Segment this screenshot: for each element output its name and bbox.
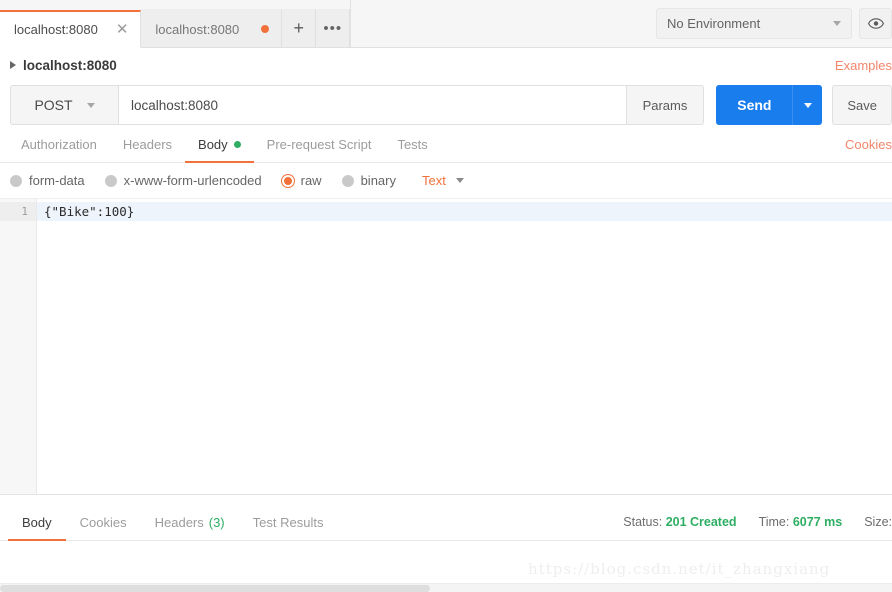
breadcrumb-label: localhost:8080: [23, 57, 117, 73]
horizontal-scrollbar-thumb[interactable]: [0, 585, 430, 592]
response-tab-cookies-label: Cookies: [79, 514, 127, 530]
body-type-urlencoded[interactable]: x-www-form-urlencoded: [104, 173, 274, 188]
body-format-value: Text: [422, 173, 446, 188]
editor-line: {"Bike":100}: [37, 202, 892, 221]
send-button-group: Send: [716, 85, 823, 125]
response-tab-headers-label: Headers: [154, 514, 204, 530]
environment-select-value: No Environment: [667, 16, 761, 31]
line-number: 1: [0, 202, 36, 221]
radio-icon: [341, 174, 354, 187]
body-type-form-data-label: form-data: [29, 173, 85, 188]
cookies-link[interactable]: Cookies: [845, 137, 892, 152]
tab-headers[interactable]: Headers: [110, 128, 185, 163]
tab-body-label: Body: [198, 137, 228, 152]
watermark: https://blog.csdn.net/it_zhangxiang: [528, 560, 831, 578]
http-method-select[interactable]: POST: [10, 85, 118, 125]
close-icon[interactable]: ✕: [116, 22, 129, 37]
tab-strip: localhost:8080 ✕ localhost:8080 + •••: [0, 0, 352, 48]
chevron-down-icon: [833, 21, 841, 26]
tab-tests[interactable]: Tests: [384, 128, 440, 163]
response-tab-body-label: Body: [22, 514, 52, 530]
radio-icon: [104, 174, 117, 187]
request-tabs: Authorization Headers Body Pre-request S…: [0, 128, 892, 163]
eye-icon: [867, 18, 884, 29]
chevron-down-icon: [803, 102, 812, 108]
request-tab-1-label: localhost:8080: [14, 22, 98, 37]
environment-select[interactable]: No Environment: [656, 8, 852, 39]
response-time: Time: 6077 ms: [759, 515, 843, 529]
url-input-value: localhost:8080: [131, 97, 219, 113]
tab-authorization-label: Authorization: [21, 137, 97, 152]
url-input[interactable]: localhost:8080: [118, 85, 627, 125]
tab-bar: localhost:8080 ✕ localhost:8080 + ••• No…: [0, 0, 892, 48]
request-bar: POST localhost:8080 Params Send Save: [0, 82, 892, 128]
response-tab-cookies[interactable]: Cookies: [66, 505, 141, 541]
body-format-select[interactable]: Text: [422, 173, 464, 188]
radio-icon: [10, 174, 22, 187]
examples-link[interactable]: Examples: [835, 58, 892, 73]
send-options-button[interactable]: [792, 85, 823, 125]
response-meta: Status: 201 Created Time: 6077 ms Size:: [623, 515, 892, 529]
radio-selected-icon: [281, 174, 294, 187]
breadcrumb: localhost:8080 Examples: [0, 48, 892, 82]
chevron-down-icon: [455, 178, 464, 183]
editor-code-area[interactable]: {"Bike":100}: [37, 199, 892, 494]
params-button[interactable]: Params: [626, 85, 705, 125]
response-status-label: Status:: [623, 515, 663, 529]
expand-triangle-icon[interactable]: [10, 61, 16, 69]
body-type-options: form-data x-www-form-urlencoded raw bina…: [0, 163, 892, 199]
tab-overflow-menu-button[interactable]: •••: [316, 9, 351, 47]
response-status-value: 201 Created: [665, 515, 737, 529]
body-type-binary[interactable]: binary: [341, 173, 408, 188]
tab-pre-request-script-label: Pre-request Script: [266, 137, 372, 152]
body-editor[interactable]: 1 {"Bike":100}: [0, 199, 892, 495]
tab-pre-request-script[interactable]: Pre-request Script: [254, 128, 385, 163]
body-type-raw-label: raw: [300, 173, 322, 188]
response-time-value: 6077 ms: [792, 515, 843, 529]
response-status: Status: 201 Created: [623, 515, 736, 529]
http-method-value: POST: [34, 97, 73, 113]
new-tab-button[interactable]: +: [282, 9, 317, 47]
send-button[interactable]: Send: [716, 85, 793, 125]
body-type-raw[interactable]: raw: [281, 173, 334, 188]
chevron-down-icon: [86, 102, 95, 108]
tab-headers-label: Headers: [122, 137, 173, 152]
body-present-dot-icon: [233, 141, 241, 148]
response-divider: [0, 495, 892, 505]
response-time-label: Time:: [758, 515, 790, 529]
response-headers-count: (3): [208, 514, 225, 530]
tab-authorization[interactable]: Authorization: [8, 128, 110, 163]
environment-controls: No Environment: [656, 8, 892, 39]
body-type-urlencoded-label: x-www-form-urlencoded: [123, 173, 262, 188]
body-type-binary-label: binary: [360, 173, 396, 188]
save-button[interactable]: Save: [832, 85, 892, 125]
request-tab-2[interactable]: localhost:8080: [141, 9, 283, 47]
response-tab-test-results-label: Test Results: [252, 514, 324, 530]
body-type-form-data[interactable]: form-data: [10, 173, 97, 188]
response-tab-test-results[interactable]: Test Results: [239, 505, 338, 541]
request-tab-2-label: localhost:8080: [155, 21, 240, 37]
response-size-label: Size:: [864, 515, 892, 529]
tab-body[interactable]: Body: [185, 128, 254, 163]
response-tabs: Body Cookies Headers (3) Test Results St…: [0, 505, 892, 541]
request-tab-1[interactable]: localhost:8080 ✕: [0, 10, 142, 48]
response-tab-headers[interactable]: Headers (3): [141, 505, 239, 541]
environment-quick-look-button[interactable]: [859, 8, 892, 39]
tab-tests-label: Tests: [397, 137, 428, 152]
unsaved-changes-dot-icon: [261, 25, 270, 33]
response-tab-body[interactable]: Body: [8, 505, 66, 541]
editor-gutter: 1: [0, 199, 37, 494]
horizontal-scrollbar[interactable]: [0, 583, 892, 592]
